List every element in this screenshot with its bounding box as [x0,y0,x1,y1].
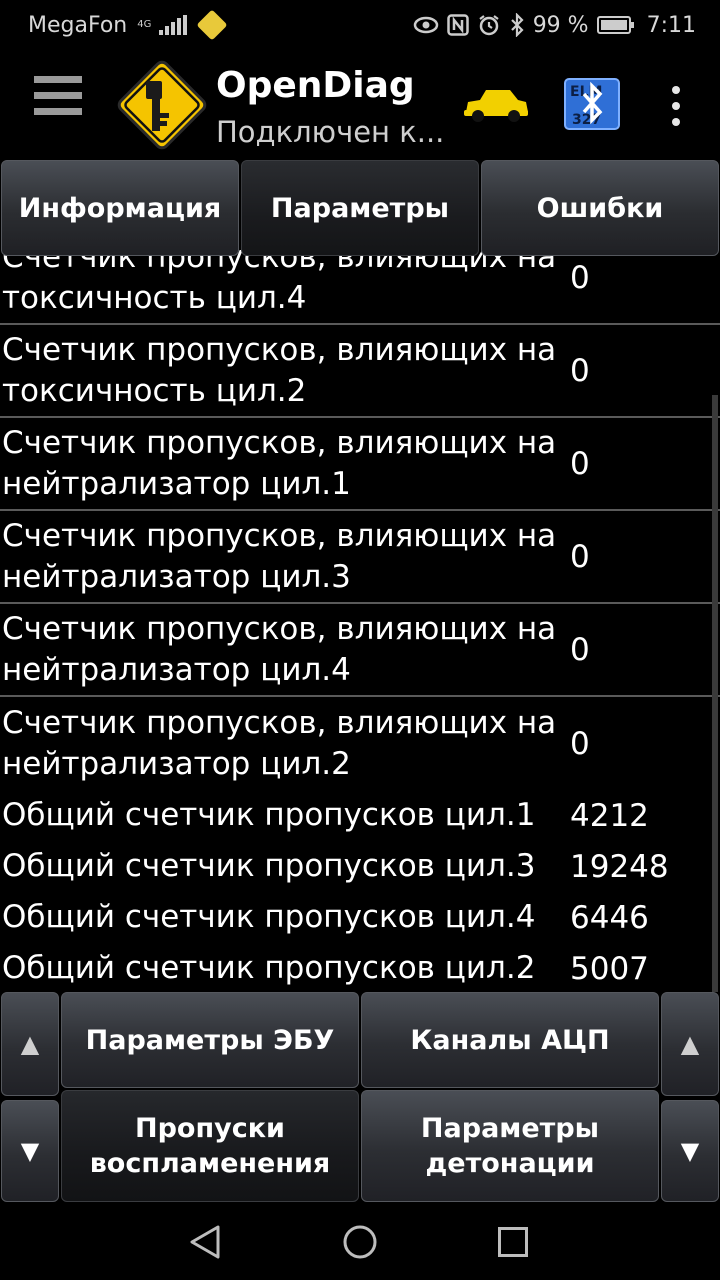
scroll-up-left-button[interactable]: ▲ [1,992,59,1096]
battery-percent: 99 % [532,12,589,38]
table-row: Счетчик пропусков, влияющих на токсичнос… [0,325,720,418]
status-left: MegaFon 4G [28,9,228,41]
battery-icon [596,16,634,34]
knock-label-line1: Параметры [420,1113,600,1144]
clock: 7:11 [646,12,696,38]
parameter-name: Счетчик пропусков, влияющих на токсичнос… [2,331,557,409]
table-row: Счетчик пропусков, влияющих на нейтрализ… [0,418,720,511]
down-arrow-icon: ▼ [20,1136,40,1165]
parameter-value: 0 [570,259,590,296]
ecu-params-button[interactable]: Параметры ЭБУ [61,992,359,1088]
menu-icon[interactable] [34,76,82,128]
back-icon[interactable] [188,1224,222,1264]
tab-bar: Информация Параметры Ошибки [0,160,720,256]
tab-information[interactable]: Информация [1,160,239,256]
bottom-button-panel: ▲ Параметры ЭБУ Каналы АЦП ▲ ▼ Пропуски … [0,992,720,1204]
parameter-value: 0 [570,538,590,575]
up-arrow-icon: ▲ [20,1029,40,1058]
scroll-down-left-button[interactable]: ▼ [1,1100,59,1202]
table-row: Общий счетчик пропусков цил.1 4212 [0,790,720,841]
app-logo-icon [112,55,212,155]
connection-status: Подключен к... [216,115,445,149]
parameter-value: 4212 [570,797,649,834]
overflow-menu-icon[interactable] [664,86,688,126]
scroll-down-right-button[interactable]: ▼ [661,1100,719,1202]
table-row: Счетчик пропусков, влияющих на нейтрализ… [0,604,720,697]
parameter-list[interactable]: Счетчик пропусков, влияющих на токсичнос… [0,232,720,992]
warning-icon [196,9,228,41]
parameter-name: Общий счетчик пропусков цил.2 [2,950,536,986]
screen: MegaFon 4G 99 % 7:11 OpenDiag Подключен … [0,0,720,1280]
table-row: Счетчик пропусков, влияющих на нейтрализ… [0,511,720,604]
tab-errors[interactable]: Ошибки [481,160,719,256]
nfc-icon [446,14,469,36]
parameter-name: Общий счетчик пропусков цил.3 [2,848,536,884]
app-bar: OpenDiag Подключен к... ELM 327 [0,50,720,160]
table-row: Общий счетчик пропусков цил.4 6446 [0,892,720,943]
table-row: Общий счетчик пропусков цил.2 5007 [0,943,720,992]
parameter-name: Счетчик пропусков, влияющих на нейтрализ… [2,610,557,688]
signal-icon [159,15,188,35]
home-icon[interactable] [342,1224,378,1264]
alarm-icon [477,13,501,37]
eye-icon [413,16,439,34]
knock-params-button[interactable]: Параметры детонации [361,1090,659,1202]
parameter-value: 0 [570,445,590,482]
table-row: Счетчик пропусков, влияющих на нейтрализ… [0,697,720,790]
tab-parameters[interactable]: Параметры [241,160,479,256]
parameter-name: Счетчик пропусков, влияющих на нейтрализ… [2,704,557,782]
system-nav-bar [0,1204,720,1280]
parameter-value: 19248 [570,848,669,885]
up-arrow-icon: ▲ [680,1029,700,1058]
parameter-name: Общий счетчик пропусков цил.1 [2,797,536,833]
knock-label-line2: детонации [425,1148,595,1179]
adc-channels-button[interactable]: Каналы АЦП [361,992,659,1088]
network-type: 4G [137,19,152,30]
parameter-name: Счетчик пропусков, влияющих на нейтрализ… [2,424,557,502]
table-row: Общий счетчик пропусков цил.3 19248 [0,841,720,892]
down-arrow-icon: ▼ [680,1136,700,1165]
parameter-value: 6446 [570,899,649,936]
parameter-value: 0 [570,352,590,389]
scroll-up-right-button[interactable]: ▲ [661,992,719,1096]
app-title: OpenDiag [216,65,415,106]
bluetooth-status-icon [509,13,525,37]
parameter-value: 0 [570,631,590,668]
misfires-label-line2: воспламенения [89,1148,331,1179]
elm327-bluetooth-icon[interactable]: ELM 327 [564,78,620,130]
parameter-value: 5007 [570,950,649,987]
status-bar: MegaFon 4G 99 % 7:11 [0,0,720,50]
misfires-label-line1: Пропуски [135,1113,285,1144]
misfires-button[interactable]: Пропуски воспламенения [61,1090,359,1202]
carrier-name: MegaFon [28,12,128,38]
parameter-value: 0 [570,725,590,762]
car-icon[interactable] [462,84,530,124]
status-right: 99 % 7:11 [413,13,696,38]
parameter-name: Счетчик пропусков, влияющих на нейтрализ… [2,517,557,595]
recent-apps-icon[interactable] [497,1226,529,1262]
scrollbar[interactable] [712,395,718,992]
parameter-name: Общий счетчик пропусков цил.4 [2,899,536,935]
